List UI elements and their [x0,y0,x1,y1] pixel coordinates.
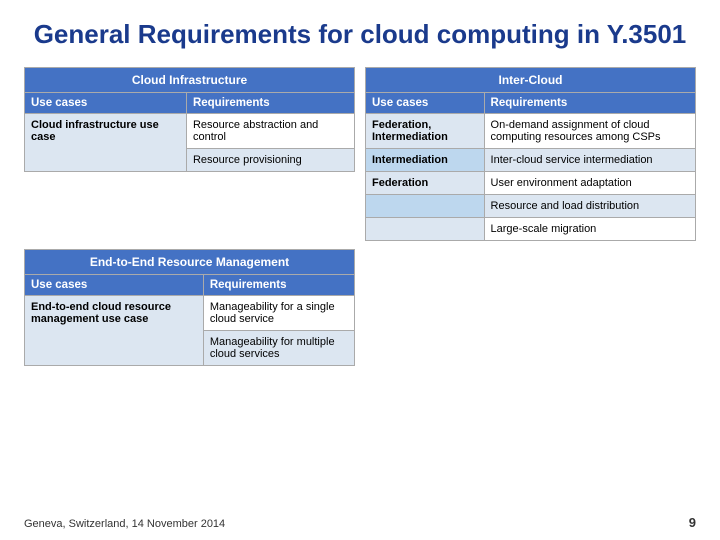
end-to-end-req-1b: Manageability for multiple cloud service… [203,330,354,365]
inter-cloud-usecase-4 [366,194,485,217]
cloud-infra-section: Cloud Infrastructure Use cases Requireme… [24,67,355,172]
inter-cloud-row-4: Resource and load distribution [366,194,696,217]
end-to-end-req-1a: Manageability for a single cloud service [203,295,354,330]
page-title: General Requirements for cloud computing… [24,18,696,51]
inter-cloud-row-1: Federation, Intermediation On-demand ass… [366,113,696,148]
inter-cloud-usecase-5 [366,217,485,240]
inter-cloud-req-5: Large-scale migration [484,217,695,240]
cloud-infra-col-usecases: Use cases [25,92,187,113]
inter-cloud-usecase-2: Intermediation [366,148,485,171]
inter-cloud-col-usecases: Use cases [366,92,485,113]
inter-cloud-section: Inter-Cloud Use cases Requirements Feder… [365,67,696,241]
cloud-infra-header: Cloud Infrastructure [25,67,355,92]
inter-cloud-table: Inter-Cloud Use cases Requirements Feder… [365,67,696,241]
end-to-end-header: End-to-End Resource Management [25,249,355,274]
cloud-infra-table: Cloud Infrastructure Use cases Requireme… [24,67,355,172]
end-to-end-col-usecases: Use cases [25,274,204,295]
top-tables-row: Cloud Infrastructure Use cases Requireme… [24,67,696,241]
end-to-end-section: End-to-End Resource Management Use cases… [24,249,355,366]
inter-cloud-req-3: User environment adaptation [484,171,695,194]
cloud-infra-col-requirements: Requirements [186,92,354,113]
end-to-end-col-requirements: Requirements [203,274,354,295]
footer-text: Geneva, Switzerland, 14 November 2014 [24,518,225,530]
inter-cloud-usecase-3: Federation [366,171,485,194]
page-number: 9 [689,515,696,530]
inter-cloud-req-2: Inter-cloud service intermediation [484,148,695,171]
inter-cloud-row-2: Intermediation Inter-cloud service inter… [366,148,696,171]
inter-cloud-usecase-1: Federation, Intermediation [366,113,485,148]
end-to-end-table: End-to-End Resource Management Use cases… [24,249,355,366]
inter-cloud-row-3: Federation User environment adaptation [366,171,696,194]
cloud-infra-usecase-1: Cloud infrastructure use case [25,113,187,171]
inter-cloud-row-5: Large-scale migration [366,217,696,240]
page: General Requirements for cloud computing… [0,0,720,540]
inter-cloud-req-1: On-demand assignment of cloud computing … [484,113,695,148]
inter-cloud-col-requirements: Requirements [484,92,695,113]
cloud-infra-req-1a: Resource abstraction and control [186,113,354,148]
inter-cloud-header: Inter-Cloud [366,67,696,92]
cloud-infra-row-1: Cloud infrastructure use case Resource a… [25,113,355,148]
end-to-end-usecase-1: End-to-end cloud resource management use… [25,295,204,365]
right-spacer [365,249,696,366]
end-to-end-row-1: End-to-end cloud resource management use… [25,295,355,330]
bottom-section: End-to-End Resource Management Use cases… [24,249,696,366]
inter-cloud-req-4: Resource and load distribution [484,194,695,217]
cloud-infra-req-1b: Resource provisioning [186,148,354,171]
